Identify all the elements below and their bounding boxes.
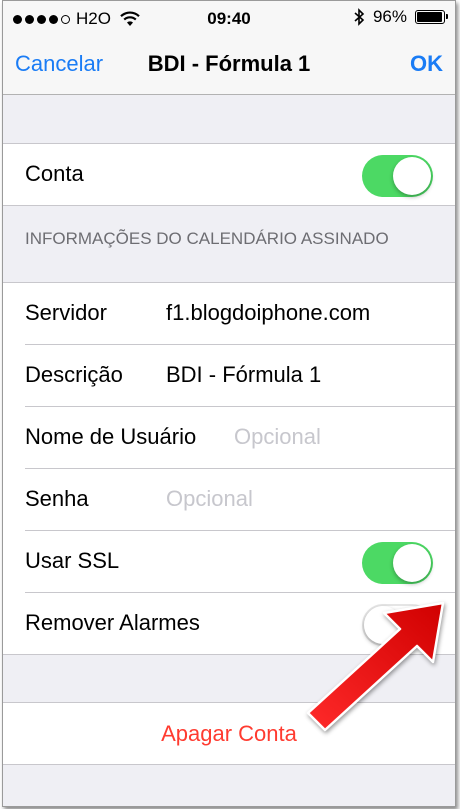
description-label: Descrição bbox=[25, 362, 123, 387]
page-title: BDI - Fórmula 1 bbox=[147, 51, 311, 76]
ssl-toggle[interactable] bbox=[362, 542, 433, 584]
delete-account-button[interactable]: Apagar Conta bbox=[3, 703, 455, 764]
username-row[interactable]: Nome de Usuário Opcional bbox=[25, 407, 455, 469]
username-label: Nome de Usuário bbox=[25, 424, 197, 449]
description-field[interactable]: BDI - Fórmula 1 bbox=[166, 362, 321, 388]
delete-group: Apagar Conta bbox=[3, 702, 455, 765]
calendar-fields-group: Servidor f1.blogdoiphone.com Descrição B… bbox=[3, 282, 455, 655]
password-row[interactable]: Senha Opcional bbox=[25, 469, 455, 531]
remove-alarms-row: Remover Alarmes bbox=[25, 593, 455, 654]
server-field[interactable]: f1.blogdoiphone.com bbox=[166, 300, 370, 326]
description-row[interactable]: Descrição BDI - Fórmula 1 bbox=[25, 345, 455, 407]
section-header: INFORMAÇÕES DO CALENDÁRIO ASSINADO bbox=[25, 229, 389, 248]
account-row: Conta bbox=[25, 144, 455, 205]
status-right: 96% bbox=[353, 7, 448, 27]
ssl-label: Usar SSL bbox=[25, 548, 120, 573]
remove-alarms-label: Remover Alarmes bbox=[25, 610, 200, 635]
status-bar: H2O 09:40 96% bbox=[3, 1, 455, 37]
server-label: Servidor bbox=[25, 300, 107, 325]
toggle-knob bbox=[393, 157, 431, 195]
phone-screen: H2O 09:40 96% Cancelar BDI - Fórmula 1 O… bbox=[2, 0, 456, 807]
battery-percent: 96% bbox=[372, 7, 407, 26]
server-row[interactable]: Servidor f1.blogdoiphone.com bbox=[25, 283, 455, 345]
remove-alarms-toggle[interactable] bbox=[362, 604, 433, 646]
password-label: Senha bbox=[25, 486, 89, 511]
account-label: Conta bbox=[25, 161, 84, 186]
nav-bar: Cancelar BDI - Fórmula 1 OK bbox=[3, 37, 455, 95]
ok-button[interactable]: OK bbox=[410, 51, 443, 77]
bluetooth-icon bbox=[354, 8, 365, 26]
password-field[interactable]: Opcional bbox=[166, 486, 253, 512]
account-toggle[interactable] bbox=[362, 155, 433, 197]
ssl-row: Usar SSL bbox=[25, 531, 455, 593]
account-group: Conta bbox=[3, 143, 455, 206]
username-field[interactable]: Opcional bbox=[234, 424, 321, 450]
battery-icon bbox=[415, 10, 448, 24]
toggle-knob bbox=[393, 544, 431, 582]
toggle-knob bbox=[364, 606, 402, 644]
